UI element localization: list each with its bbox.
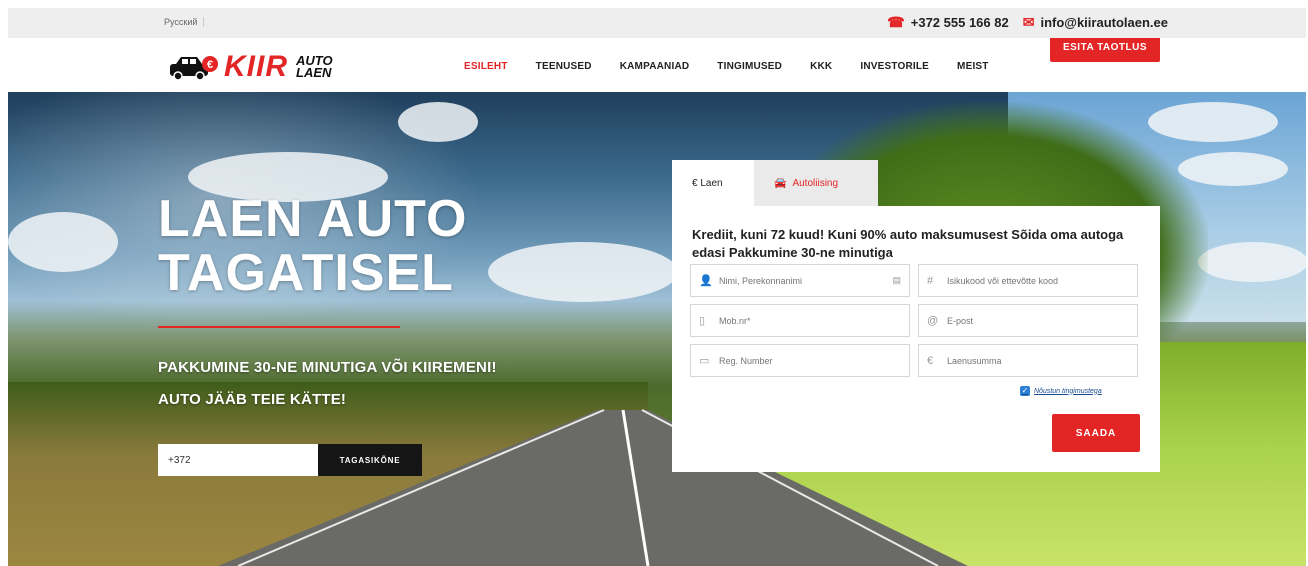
hero-title-line2: TAGATISEL	[158, 244, 454, 302]
mobile-input[interactable]	[717, 314, 871, 327]
hero-subtitle-line2: AUTO JÄÄB TEIE KÄTTE!	[158, 391, 347, 408]
hero-divider	[158, 326, 400, 328]
callback-button[interactable]: TAGASIKÕNE	[318, 444, 422, 476]
nav-item-tingimused[interactable]: TINGIMUSED	[717, 61, 782, 72]
id-code-input[interactable]	[945, 274, 1099, 287]
tab-autoliising[interactable]: 🚘 Autoliising	[754, 160, 878, 206]
tab-laen-label: € Laen	[692, 177, 723, 189]
terms-checkbox-row[interactable]: ✓ Nõustun tingimustega	[1020, 386, 1102, 396]
at-icon: @	[927, 314, 939, 327]
reg-number-input[interactable]	[717, 354, 871, 367]
email-input[interactable]	[945, 314, 1099, 327]
top-bar: Русский ☎ +372 555 166 82 ✉ info@kiiraut…	[8, 8, 1306, 38]
car-icon: 🚘	[774, 177, 787, 189]
phone-icon: ▯	[699, 315, 706, 327]
hero-title: LAEN AUTO TAGATISEL	[158, 192, 467, 300]
callback-phone-input[interactable]	[158, 444, 318, 476]
car-icon: ▭	[699, 355, 710, 367]
amount-input[interactable]	[945, 354, 1099, 367]
name-input[interactable]	[717, 274, 871, 287]
terms-link[interactable]: Nõustun tingimustega	[1034, 388, 1102, 395]
tab-laen[interactable]: € Laen	[672, 160, 754, 206]
phone-icon: ☎	[887, 14, 905, 30]
user-icon: 👤	[699, 275, 713, 287]
nav-item-kampaaniad[interactable]: KAMPAANIAD	[620, 61, 690, 72]
mail-icon: ✉	[1022, 14, 1035, 30]
nav-item-kkk[interactable]: KKK	[810, 61, 832, 72]
hero-subtitle: PAKKUMINE 30-NE MINUTIGA VÕI KIIREMENI! …	[158, 352, 497, 416]
main-navbar: € KIIR AUTO LAEN ESILEHT TEENUSED KAMPAA…	[8, 38, 1306, 92]
logo-line-laen: LAEN	[296, 65, 332, 80]
email-field[interactable]: @	[918, 304, 1138, 337]
form-tabs: € Laen 🚘 Autoliising	[672, 160, 878, 206]
apply-button[interactable]: ESITA TAOTLUS	[1050, 38, 1160, 62]
loan-form-card: Krediit, kuni 72 kuud! Kuni 90% auto mak…	[672, 206, 1160, 472]
submit-button[interactable]: SAADA	[1052, 414, 1140, 452]
hero-subtitle-line1: PAKKUMINE 30-NE MINUTIGA VÕI KIIREMENI!	[158, 359, 497, 376]
email-link[interactable]: info@kiirautolaen.ee	[1040, 15, 1168, 30]
id-card-icon: ▤	[892, 275, 901, 285]
checkbox-checked-icon[interactable]: ✓	[1020, 386, 1030, 396]
nav-item-esileht[interactable]: ESILEHT	[464, 61, 508, 72]
name-field[interactable]: 👤 ▤	[690, 264, 910, 297]
callback-form: TAGASIKÕNE	[158, 444, 422, 476]
hash-icon: #	[927, 274, 934, 287]
phone-number[interactable]: +372 555 166 82	[911, 15, 1009, 30]
amount-field[interactable]: €	[918, 344, 1138, 377]
contact-info: ☎ +372 555 166 82 ✉ info@kiirautolaen.ee	[887, 14, 1168, 31]
logo-subtext: AUTO LAEN	[296, 54, 333, 80]
form-title: Krediit, kuni 72 kuud! Kuni 90% auto mak…	[692, 227, 1124, 260]
logo[interactable]: € KIIR AUTO LAEN	[168, 52, 333, 82]
id-code-field[interactable]: #	[918, 264, 1138, 297]
nav-item-teenused[interactable]: TEENUSED	[536, 61, 592, 72]
svg-text:€: €	[207, 59, 213, 71]
tab-autoliising-label: Autoliising	[792, 177, 839, 189]
nav-item-meist[interactable]: MEIST	[957, 61, 989, 72]
hero-title-line1: LAEN AUTO	[158, 190, 468, 248]
hero-section: LAEN AUTO TAGATISEL PAKKUMINE 30-NE MINU…	[8, 92, 1306, 566]
language-switch[interactable]: Русский	[164, 17, 205, 27]
mobile-field[interactable]: ▯	[690, 304, 910, 337]
page: Русский ☎ +372 555 166 82 ✉ info@kiiraut…	[8, 8, 1306, 566]
nav-menu: ESILEHT TEENUSED KAMPAANIAD TINGIMUSED K…	[464, 61, 1017, 72]
car-logo-icon: €	[170, 56, 218, 80]
euro-icon: €	[927, 354, 934, 367]
nav-item-investorile[interactable]: INVESTORILE	[860, 61, 929, 72]
reg-number-field[interactable]: ▭	[690, 344, 910, 377]
logo-text: KIIR	[224, 50, 288, 83]
